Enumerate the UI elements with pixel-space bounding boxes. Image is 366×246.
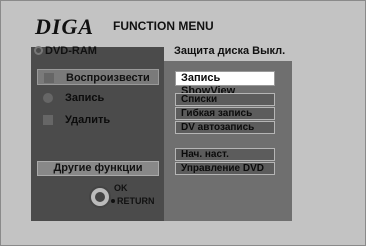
play-icon <box>44 73 54 83</box>
disc-protection-label: Защита диска <box>174 45 250 57</box>
return-hint: RETURN <box>111 196 155 206</box>
menu-item-playlists[interactable]: Списки воспроизвед. <box>175 93 275 116</box>
ok-label: OK <box>114 183 128 193</box>
trash-icon <box>43 115 53 125</box>
other-functions-button[interactable]: Другие функции <box>37 161 159 176</box>
menu-item-showview-record[interactable]: Запись ShowView <box>175 71 275 97</box>
menu-item-dvd-management[interactable]: Управление DVD <box>175 162 275 175</box>
media-type-label: DVD-RAM <box>45 45 97 57</box>
record-icon <box>43 93 53 103</box>
disc-protection-value: Выкл. <box>252 45 286 57</box>
function-menu-screen: DIGA FUNCTION MENU DVD-RAM Защита диска … <box>0 0 366 246</box>
dpad-icon <box>89 186 111 208</box>
menu-item-flexible-record[interactable]: Гибкая запись <box>175 107 275 120</box>
menu-item-delete-label: Удалить <box>65 114 111 126</box>
menu-title: FUNCTION MENU <box>113 19 214 33</box>
menu-item-dv-auto-record[interactable]: DV автозапись <box>175 121 275 134</box>
menu-item-record-label: Запись <box>65 92 105 104</box>
disc-protection-status: Защита диска Выкл. <box>174 45 285 57</box>
menu-item-initial-setup[interactable]: Нач. наст. <box>175 148 275 161</box>
return-label: RETURN <box>117 196 155 206</box>
menu-item-play-label: Воспроизвести <box>66 72 150 84</box>
return-bullet-icon <box>111 199 115 203</box>
media-type: DVD-RAM <box>34 45 97 57</box>
menu-item-play[interactable]: Воспроизвести <box>37 69 159 85</box>
menu-item-record[interactable]: Запись <box>37 90 159 106</box>
diga-logo: DIGA <box>35 14 95 39</box>
menu-item-delete[interactable]: Удалить <box>37 112 159 128</box>
disc-icon <box>34 46 43 55</box>
